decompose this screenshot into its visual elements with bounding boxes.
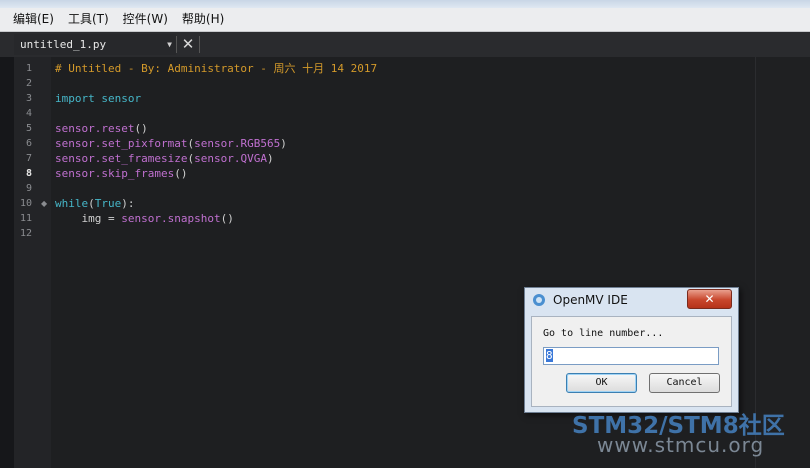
code-line: sensor.reset() xyxy=(55,121,148,136)
goto-line-dialog: OpenMV IDE ✕ Go to line number... 8 OK C… xyxy=(524,287,739,413)
current-line-number: 8 xyxy=(25,168,32,179)
line-number: 3 xyxy=(25,93,32,104)
argument: sensor.RGB565 xyxy=(194,137,281,150)
keyword: True xyxy=(94,197,122,210)
ok-button[interactable]: OK xyxy=(566,373,637,393)
code-line: sensor.set_framesize(sensor.QVGA) xyxy=(55,151,274,166)
keyword: import xyxy=(55,92,95,105)
code-line: # Untitled - By: Administrator - 周六 十月 1… xyxy=(55,62,378,75)
file-selector[interactable]: untitled_1.py ▼ xyxy=(14,34,176,55)
dialog-body: Go to line number... 8 OK Cancel xyxy=(531,316,732,407)
chevron-down-icon[interactable]: ▼ xyxy=(167,34,172,55)
identifier: sensor xyxy=(55,122,95,135)
code-line: while(True): xyxy=(55,196,135,211)
assignment: img = xyxy=(55,212,122,225)
punctuation: () xyxy=(134,122,148,135)
line-number: 11 xyxy=(19,213,32,224)
line-number: 7 xyxy=(25,153,32,164)
identifier: sensor xyxy=(55,152,95,165)
punctuation: () xyxy=(220,212,234,225)
punctuation: ): xyxy=(121,197,135,210)
punctuation: ( xyxy=(88,197,95,210)
line-number-gutter: 1 2 3 4 5 6 7 8 9 10 11 12 xyxy=(14,57,51,468)
line-number-input[interactable]: 8 xyxy=(543,347,719,365)
dialog-title: OpenMV IDE xyxy=(553,293,628,307)
identifier: sensor xyxy=(55,137,95,150)
identifier: sensor xyxy=(55,167,95,180)
keyword: while xyxy=(55,197,89,210)
line-number: 4 xyxy=(25,108,32,119)
divider xyxy=(199,36,200,53)
menu-edit[interactable]: 编辑(E) xyxy=(0,8,61,31)
dialog-title-bar[interactable]: OpenMV IDE ✕ xyxy=(525,288,738,312)
function-name: .set_pixformat xyxy=(94,137,188,150)
goto-line-label: Go to line number... xyxy=(543,328,664,339)
file-tab-bar: untitled_1.py ▼ ✕ xyxy=(0,32,810,58)
dialog-close-button[interactable]: ✕ xyxy=(687,289,732,309)
code-line: sensor.skip_frames() xyxy=(55,166,187,181)
window-top-strip xyxy=(0,0,810,8)
line-number: 6 xyxy=(25,138,32,149)
file-name: untitled_1.py xyxy=(20,38,107,51)
code-line: img = sensor.snapshot() xyxy=(55,211,234,226)
menu-widgets[interactable]: 控件(W) xyxy=(116,8,175,31)
function-name: .snapshot xyxy=(160,212,221,225)
code-line: sensor.set_pixformat(sensor.RGB565) xyxy=(55,136,287,151)
argument: sensor.QVGA xyxy=(194,152,267,165)
line-number: 12 xyxy=(19,228,32,239)
menu-tools[interactable]: 工具(T) xyxy=(61,8,116,31)
punctuation: ) xyxy=(266,152,274,165)
line-number: 2 xyxy=(25,78,32,89)
left-strip xyxy=(0,57,14,468)
function-name: .reset xyxy=(94,122,135,135)
line-number: 5 xyxy=(25,123,32,134)
divider xyxy=(176,36,177,53)
line-number: 9 xyxy=(25,183,32,194)
function-name: .set_framesize xyxy=(94,152,188,165)
code-line: import sensor xyxy=(55,91,141,106)
line-number: 1 xyxy=(25,63,32,74)
module-name: sensor xyxy=(101,92,142,105)
line-number: 10 xyxy=(19,198,32,209)
identifier: sensor xyxy=(121,212,161,225)
openmv-icon xyxy=(533,294,545,306)
punctuation: () xyxy=(174,167,188,180)
punctuation: ) xyxy=(280,137,287,150)
input-value: 8 xyxy=(546,349,553,362)
watermark-url: www.stmcu.org xyxy=(597,433,765,457)
menu-help[interactable]: 帮助(H) xyxy=(175,8,231,31)
close-icon[interactable]: ✕ xyxy=(179,35,197,54)
function-name: .skip_frames xyxy=(94,167,175,180)
menu-bar: 编辑(E) 工具(T) 控件(W) 帮助(H) xyxy=(0,8,810,32)
fold-marker-icon[interactable]: ◆ xyxy=(41,199,47,208)
cancel-button[interactable]: Cancel xyxy=(649,373,720,393)
